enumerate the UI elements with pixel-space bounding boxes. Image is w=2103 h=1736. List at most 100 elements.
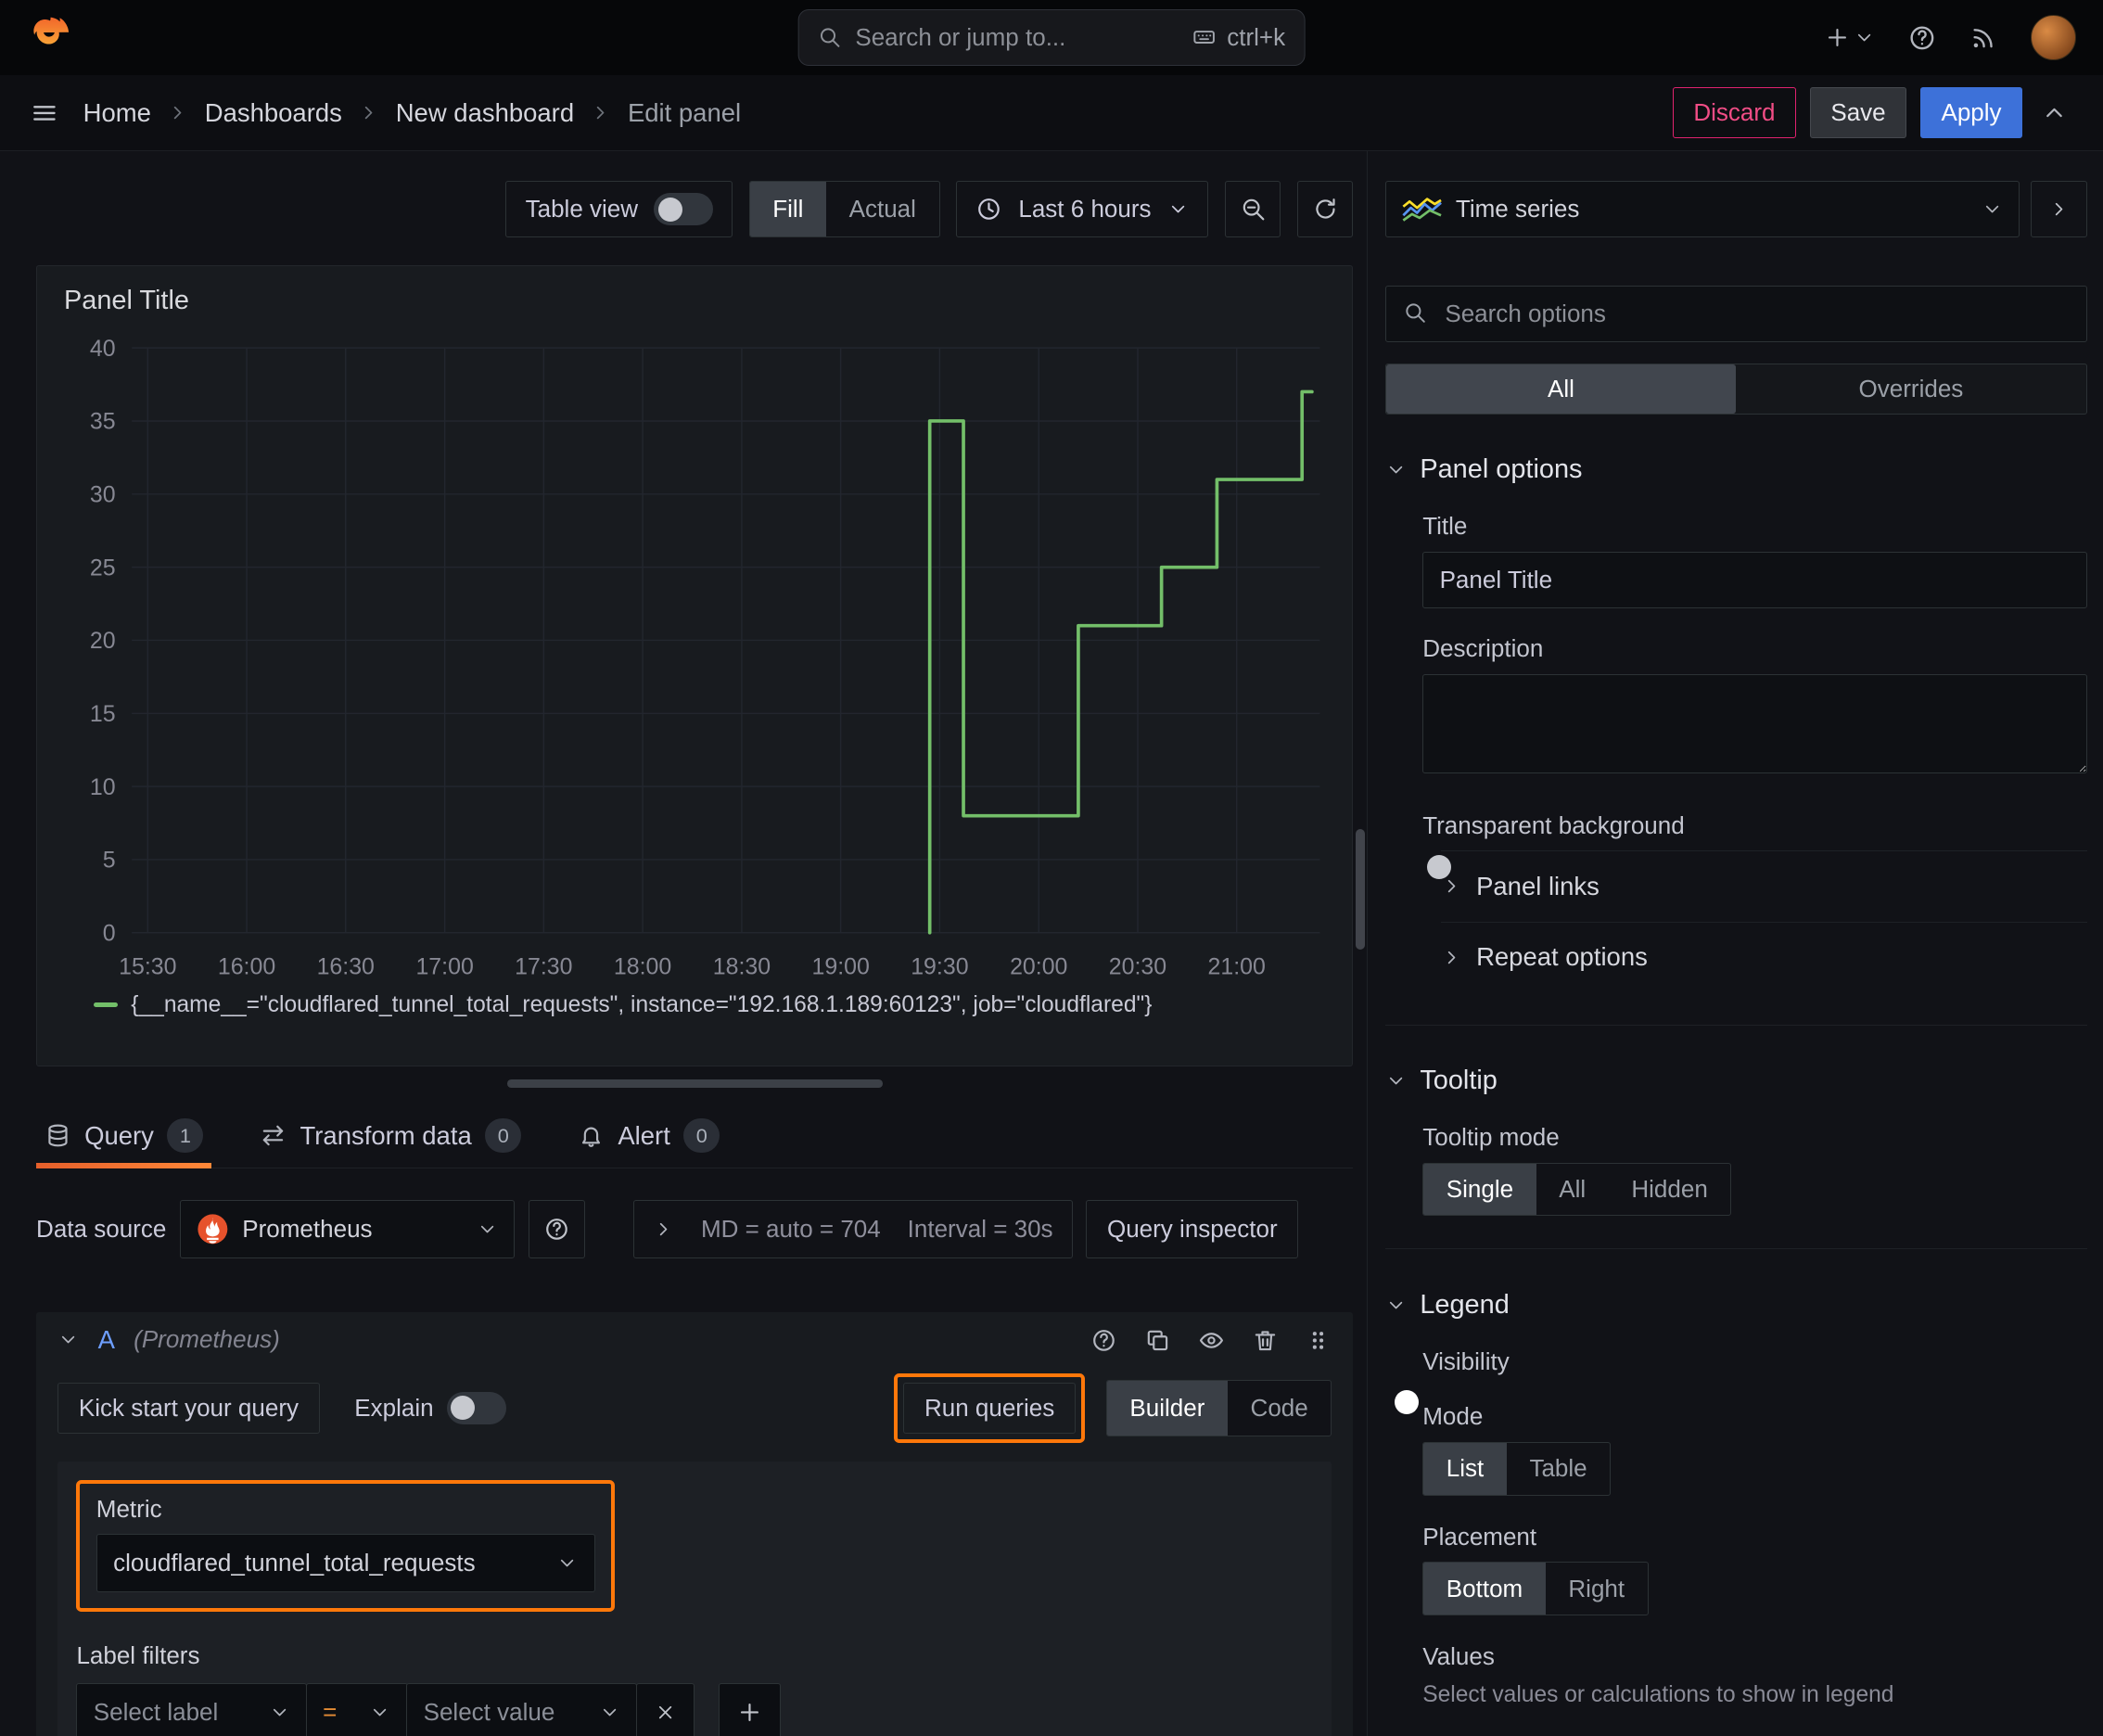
legend-mode-table[interactable]: Table — [1507, 1443, 1610, 1495]
metric-select[interactable]: cloudflared_tunnel_total_requests — [96, 1534, 595, 1592]
tooltip-mode-hidden[interactable]: Hidden — [1609, 1164, 1731, 1216]
repeat-options-row[interactable]: Repeat options — [1441, 921, 2087, 992]
time-series-icon — [1402, 198, 1442, 222]
grafana-logo[interactable] — [27, 12, 72, 63]
operator-dropdown[interactable]: = — [305, 1683, 408, 1736]
svg-text:20:00: 20:00 — [1010, 955, 1067, 980]
svg-text:18:00: 18:00 — [614, 955, 671, 980]
collapse-query-button[interactable] — [57, 1329, 79, 1350]
duplicate-query-button[interactable] — [1144, 1327, 1171, 1354]
refresh-button[interactable] — [1296, 181, 1354, 237]
panel-title-input[interactable] — [1422, 551, 2087, 608]
prometheus-icon — [198, 1214, 228, 1245]
drag-query-handle[interactable] — [1305, 1327, 1332, 1354]
chevron-down-icon — [1854, 27, 1875, 48]
tooltip-header[interactable]: Tooltip — [1385, 1066, 2087, 1096]
menu-toggle[interactable] — [30, 98, 59, 128]
time-range-picker[interactable]: Last 6 hours — [955, 181, 1209, 237]
expand-options-button[interactable] — [653, 1219, 674, 1240]
max-data-points-text: MD = auto = 704 — [700, 1215, 881, 1244]
discard-button[interactable]: Discard — [1672, 87, 1797, 139]
datasource-picker[interactable]: Prometheus — [179, 1200, 516, 1258]
database-icon — [45, 1122, 71, 1149]
query-options-group: MD = auto = 704 Interval = 30s — [632, 1200, 1073, 1258]
query-help-button[interactable] — [1090, 1327, 1117, 1354]
run-queries-button[interactable]: Run queries — [903, 1382, 1076, 1434]
tooltip-mode-single[interactable]: Single — [1423, 1163, 1536, 1216]
add-filter-button[interactable] — [719, 1683, 781, 1736]
alert-count-badge: 0 — [683, 1118, 720, 1153]
chevron-down-icon — [477, 1219, 498, 1240]
code-option[interactable]: Code — [1228, 1381, 1331, 1436]
legend-section: Legend Visibility Mode List Table Placem… — [1384, 1248, 2087, 1735]
toggle-query-visibility-button[interactable] — [1198, 1327, 1225, 1354]
chevron-right-icon — [590, 102, 611, 123]
panel-options-header[interactable]: Panel options — [1385, 454, 2087, 485]
select-value-dropdown[interactable]: Select value — [406, 1683, 638, 1736]
tab-overrides[interactable]: Overrides — [1736, 364, 2085, 414]
time-series-chart[interactable]: 15:30 16:00 16:30 17:00 17:30 18:00 18:30 19:00… — [58, 326, 1331, 987]
keyboard-icon — [1192, 25, 1217, 49]
tab-all[interactable]: All — [1385, 364, 1737, 414]
legend-placement-bottom[interactable]: Bottom — [1423, 1563, 1546, 1615]
fill-option[interactable]: Fill — [749, 182, 827, 236]
save-button[interactable]: Save — [1809, 87, 1907, 139]
vertical-scrollbar[interactable] — [1356, 828, 1366, 951]
query-datasource-hint: (Prometheus) — [134, 1325, 280, 1354]
query-ref-id[interactable]: A — [98, 1325, 115, 1355]
legend-mode-list[interactable]: List — [1423, 1442, 1507, 1495]
global-search-input[interactable]: Search or jump to... ctrl+k — [797, 9, 1306, 66]
options-search-input[interactable] — [1384, 286, 2087, 342]
chevron-right-icon — [1441, 947, 1462, 968]
datasource-help-button[interactable] — [528, 1200, 585, 1258]
panel-links-row[interactable]: Panel links — [1441, 850, 2087, 921]
chevron-right-icon — [1441, 875, 1462, 897]
apply-button[interactable]: Apply — [1919, 87, 2023, 139]
svg-text:0: 0 — [103, 922, 116, 947]
chart-legend-item[interactable]: {__name__="cloudflared_tunnel_total_requ… — [93, 992, 1332, 1018]
select-label-dropdown[interactable]: Select label — [76, 1683, 308, 1736]
news-button[interactable] — [1969, 23, 1998, 53]
breadcrumb-home[interactable]: Home — [83, 98, 151, 128]
breadcrumb-dashboards[interactable]: Dashboards — [205, 98, 342, 128]
tooltip-mode-label: Tooltip mode — [1422, 1123, 1560, 1152]
datasource-row: Data source Prometheus MD = auto = 704 I… — [36, 1200, 1353, 1258]
visualization-picker[interactable]: Time series — [1384, 181, 2020, 237]
collapse-header-button[interactable] — [2036, 94, 2073, 131]
tooltip-mode-all[interactable]: All — [1536, 1164, 1609, 1216]
tab-transform-data[interactable]: Transform data 0 — [251, 1104, 529, 1167]
user-avatar[interactable] — [2030, 14, 2077, 61]
visualization-name: Time series — [1455, 195, 1580, 223]
actual-option[interactable]: Actual — [826, 182, 938, 236]
legend-mode-switch: List Table — [1422, 1441, 1612, 1496]
kick-start-query-button[interactable]: Kick start your query — [57, 1382, 320, 1434]
chevron-down-icon — [1982, 198, 2003, 220]
help-button[interactable] — [1907, 23, 1937, 53]
breadcrumb-new-dashboard[interactable]: New dashboard — [396, 98, 574, 128]
zoom-out-button[interactable] — [1224, 181, 1281, 237]
visualization-row: Time series — [1384, 181, 2087, 237]
delete-query-button[interactable] — [1252, 1327, 1279, 1354]
panel-options-sidebar: Time series All Overrides Panel opt — [1366, 151, 2103, 1736]
explain-toggle[interactable] — [447, 1392, 506, 1424]
collapse-options-pane-button[interactable] — [2030, 181, 2087, 237]
legend-placement-right[interactable]: Right — [1546, 1563, 1648, 1615]
query-row-actions — [1090, 1327, 1332, 1354]
clock-icon — [975, 196, 1002, 223]
svg-text:5: 5 — [103, 849, 116, 874]
description-textarea[interactable] — [1422, 674, 2087, 774]
query-row-a: A (Prometheus) Kick start your query Exp… — [36, 1311, 1354, 1736]
tab-alert[interactable]: Alert 0 — [569, 1104, 728, 1167]
query-inspector-button[interactable]: Query inspector — [1086, 1200, 1299, 1258]
svg-text:16:30: 16:30 — [317, 955, 375, 980]
remove-filter-button[interactable] — [635, 1683, 695, 1736]
builder-option[interactable]: Builder — [1106, 1381, 1228, 1436]
tab-query[interactable]: Query 1 — [36, 1104, 211, 1169]
new-menu-button[interactable] — [1824, 24, 1875, 51]
panel-resize-handle[interactable] — [506, 1079, 883, 1089]
panel-title[interactable]: Panel Title — [64, 286, 1331, 316]
svg-text:15: 15 — [90, 702, 116, 727]
legend-header[interactable]: Legend — [1385, 1290, 2087, 1321]
table-view-toggle[interactable] — [654, 193, 714, 225]
breadcrumb-bar: Home Dashboards New dashboard Edit panel… — [0, 75, 2103, 152]
